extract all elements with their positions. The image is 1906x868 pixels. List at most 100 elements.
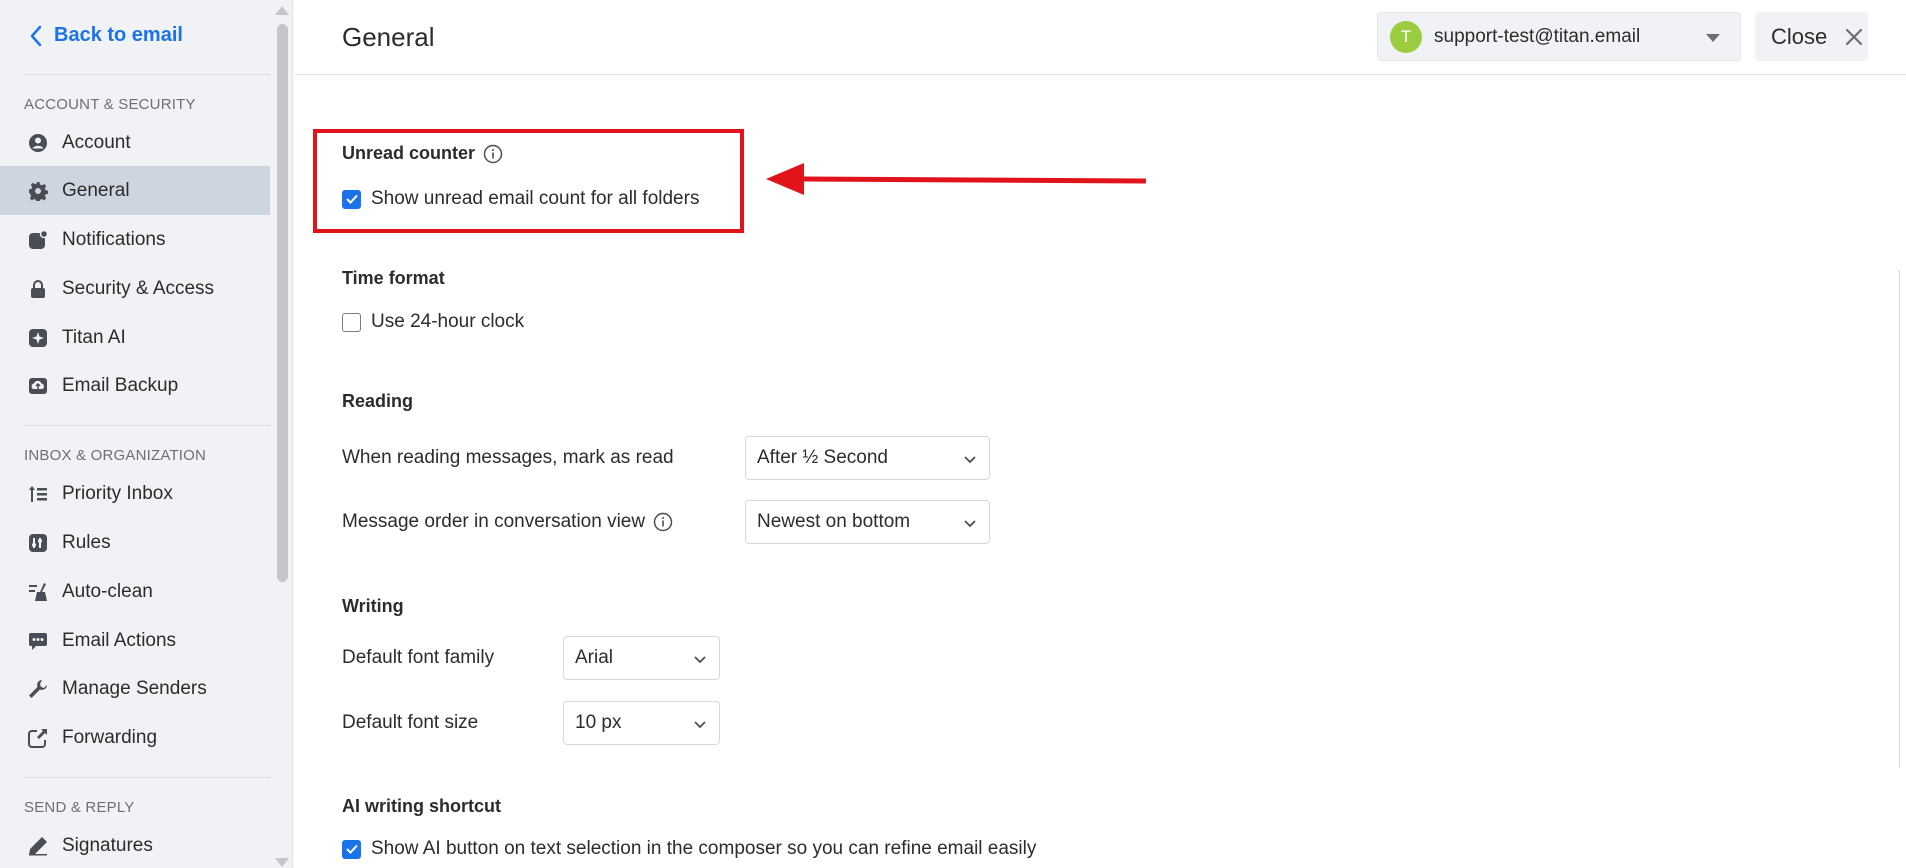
reading-title: Reading [342, 391, 414, 411]
ai-shortcut-heading: AI writing shortcut [342, 796, 501, 817]
writing-title: Writing [342, 596, 404, 616]
sidebar-item-label: Titan AI [62, 326, 126, 348]
sidebar-item-label: Forwarding [62, 726, 158, 748]
font-family-value: Arial [575, 647, 614, 668]
close-button[interactable]: Close [1755, 12, 1868, 61]
sidebar-item-label: General [62, 179, 130, 201]
sidebar-item-label: Manage Senders [62, 677, 207, 699]
ai-shortcut-checkbox[interactable] [342, 839, 361, 859]
time-format-checkbox-row[interactable]: Use 24-hour clock [342, 311, 524, 333]
user-circle-icon [28, 133, 48, 153]
ai-shortcut-checkbox-row[interactable]: Show AI button on text selection in the … [342, 838, 1036, 860]
mark-as-read-label: When reading messages, mark as read [342, 447, 674, 469]
scroll-up-arrow-icon[interactable] [275, 6, 289, 15]
sidebar-item-signatures[interactable]: Signatures [0, 821, 270, 868]
mark-as-read-value: After ½ Second [757, 447, 888, 468]
back-to-email-label: Back to email [54, 24, 183, 46]
caret-down-icon [1706, 34, 1720, 42]
chevron-down-icon [694, 721, 706, 729]
message-order-select[interactable]: Newest on bottom [745, 500, 990, 544]
sidebar-item-account[interactable]: Account [0, 118, 270, 167]
unread-count-checkbox-row[interactable]: Show unread email count for all folders [342, 188, 699, 210]
rules-icon [28, 533, 48, 553]
back-to-email-link[interactable]: Back to email [28, 24, 183, 47]
font-family-select[interactable]: Arial [563, 636, 720, 680]
sidebar-item-forwarding[interactable]: Forwarding [0, 713, 270, 762]
sidebar-item-label: Email Backup [62, 374, 179, 396]
sidebar-divider [24, 425, 270, 426]
sidebar-item-security-access[interactable]: Security & Access [0, 264, 270, 313]
font-family-label: Default font family [342, 647, 494, 669]
time-format-title: Time format [342, 268, 445, 288]
message-order-label: Message order in conversation view [342, 511, 673, 533]
close-icon [1846, 28, 1863, 45]
sidebar-item-label: Signatures [62, 834, 153, 856]
sidebar-scroll-thumb[interactable] [277, 24, 288, 582]
sidebar-item-label: Account [62, 131, 131, 153]
section-title-send-reply: SEND & REPLY [24, 799, 135, 816]
sidebar-item-auto-clean[interactable]: Auto-clean [0, 567, 270, 616]
font-size-label-text: Default font size [342, 712, 479, 733]
reading-heading: Reading [342, 391, 413, 412]
unread-counter-title: Unread counter [342, 143, 476, 163]
sidebar-item-label: Rules [62, 531, 111, 553]
sidebar-item-notifications[interactable]: Notifications [0, 215, 270, 264]
sidebar-item-titan-ai[interactable]: Titan AI [0, 313, 270, 362]
cloud-upload-icon [28, 376, 48, 396]
lock-icon [28, 279, 48, 299]
checkmark-icon [345, 844, 358, 854]
font-size-label: Default font size [342, 712, 478, 734]
sidebar-divider [24, 74, 270, 75]
section-title-inbox-organization: INBOX & ORGANIZATION [24, 447, 207, 464]
info-icon[interactable] [483, 144, 503, 164]
font-size-select[interactable]: 10 px [563, 701, 720, 745]
chevron-down-icon [694, 656, 706, 664]
message-order-label-text: Message order in conversation view [342, 511, 646, 532]
mark-as-read-label-text: When reading messages, mark as read [342, 447, 674, 468]
mark-as-read-select[interactable]: After ½ Second [745, 436, 990, 480]
message-order-value: Newest on bottom [757, 511, 911, 532]
chevron-down-icon [964, 456, 976, 464]
broom-icon [28, 582, 48, 602]
font-size-value: 10 px [575, 712, 622, 733]
24-hour-clock-label: Use 24-hour clock [371, 311, 525, 332]
sidebar-item-email-backup[interactable]: Email Backup [0, 361, 270, 410]
main-scrollbar[interactable] [1899, 270, 1906, 768]
section-title-account-security: ACCOUNT & SECURITY [24, 96, 196, 113]
chevron-left-icon [30, 25, 42, 46]
sidebar-item-label: Security & Access [62, 277, 215, 299]
page-title: General [342, 22, 435, 52]
sidebar-item-label: Email Actions [62, 629, 177, 651]
sidebar-divider [24, 777, 270, 778]
sidebar-item-label: Priority Inbox [62, 482, 173, 504]
pen-icon [28, 836, 48, 856]
ai-shortcut-checkbox-label: Show AI button on text selection in the … [371, 838, 1037, 859]
sidebar-item-label: Auto-clean [62, 580, 153, 602]
sidebar-item-priority-inbox[interactable]: Priority Inbox [0, 469, 270, 518]
sidebar-item-email-actions[interactable]: Email Actions [0, 616, 270, 665]
writing-heading: Writing [342, 596, 404, 617]
scroll-down-arrow-icon[interactable] [275, 858, 289, 867]
chat-dots-icon [28, 631, 48, 651]
info-icon[interactable] [653, 512, 673, 532]
unread-count-checkbox-label: Show unread email count for all folders [371, 188, 700, 209]
settings-sidebar: Back to email ACCOUNT & SECURITY Account… [0, 0, 293, 868]
sidebar-item-manage-senders[interactable]: Manage Senders [0, 664, 270, 713]
priority-list-icon [28, 484, 48, 504]
sidebar-item-general[interactable]: General [0, 166, 270, 215]
time-format-heading: Time format [342, 268, 445, 289]
account-switcher[interactable]: T support-test@titan.email [1377, 12, 1741, 61]
unread-count-checkbox[interactable] [342, 189, 361, 209]
annotation-arrow [766, 163, 1146, 195]
24-hour-clock-checkbox[interactable] [342, 312, 361, 332]
settings-header: General T support-test@titan.email Close [294, 0, 1906, 75]
sidebar-item-rules[interactable]: Rules [0, 518, 270, 567]
chevron-down-icon [964, 520, 976, 528]
gear-icon [28, 181, 48, 201]
notification-icon [28, 229, 48, 250]
font-family-label-text: Default font family [342, 647, 495, 668]
close-label: Close [1771, 23, 1828, 49]
account-email: support-test@titan.email [1434, 25, 1641, 47]
sparkle-icon [28, 328, 48, 348]
ai-shortcut-title: AI writing shortcut [342, 796, 501, 816]
